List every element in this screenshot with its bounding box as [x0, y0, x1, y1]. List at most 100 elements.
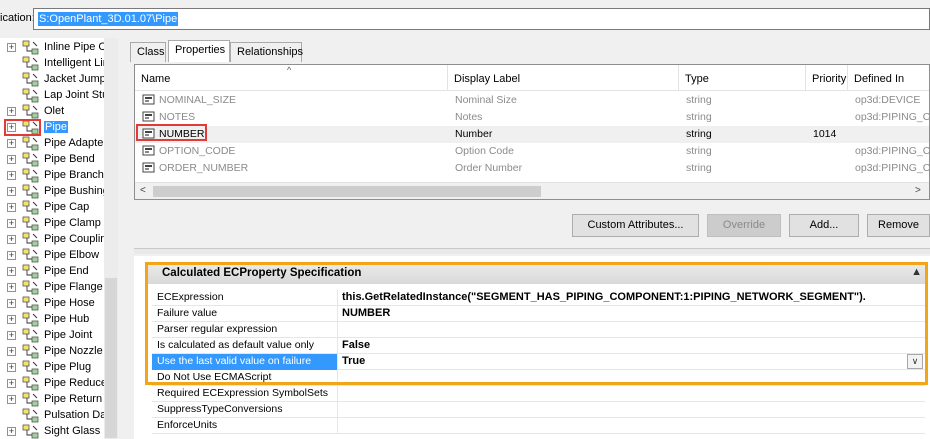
tree-item[interactable]: + Pipe Flange	[0, 280, 117, 296]
expand-icon[interactable]: +	[7, 267, 16, 276]
expand-icon[interactable]: +	[7, 395, 16, 404]
expand-icon[interactable]: +	[7, 283, 16, 292]
tree-item[interactable]: + Pipe Bend	[0, 152, 117, 168]
panel-splitter[interactable]	[134, 248, 930, 254]
tree-item-label: Pipe Elbow	[44, 249, 100, 261]
table-cell-type: string	[686, 128, 712, 140]
properties-grid: Name Display Label Type Priority Defined…	[134, 64, 930, 200]
table-row[interactable]: ORDER_NUMBER Order Number string op3d:PIPIN…	[135, 160, 929, 177]
expand-icon[interactable]: +	[7, 235, 16, 244]
table-cell-name: OPTION_CODE	[159, 145, 236, 157]
grid-horizontal-scrollbar[interactable]: < >	[135, 182, 929, 199]
tree-item[interactable]: + Pipe Cap	[0, 200, 117, 216]
expand-icon[interactable]: +	[7, 299, 16, 308]
tree-item-label: Pipe Bushing	[44, 185, 109, 197]
tree-item[interactable]: + Pipe Clamp	[0, 216, 117, 232]
property-row[interactable]: SuppressTypeConversions	[152, 402, 925, 418]
column-header-priority[interactable]: Priority	[806, 65, 848, 91]
class-icon	[22, 136, 39, 151]
tree-item[interactable]: + Pipe Plug	[0, 360, 117, 376]
tree-item-label: Pipe Reduce	[44, 377, 107, 389]
expand-icon[interactable]: +	[7, 107, 16, 116]
remove-button[interactable]: Remove	[867, 214, 930, 237]
custom-attributes-button[interactable]: Custom Attributes...	[572, 214, 699, 237]
tree-item-label: Pipe Flange	[44, 281, 103, 293]
class-icon	[22, 344, 39, 359]
scroll-left-icon[interactable]: <	[140, 185, 146, 196]
tree-item[interactable]: + Pipe Branch	[0, 168, 117, 184]
tree-item[interactable]: + Pipe Adapte	[0, 136, 117, 152]
tree-scroll-thumb[interactable]	[105, 278, 117, 438]
expand-icon[interactable]: +	[7, 43, 16, 52]
tree-item-label: Lap Joint Stu	[44, 89, 109, 101]
table-cell-display: Notes	[455, 111, 483, 123]
column-header-display-label[interactable]: Display Label	[448, 65, 679, 91]
expand-icon[interactable]: +	[7, 347, 16, 356]
tree-item[interactable]: + Pipe Reduce	[0, 376, 117, 392]
override-button[interactable]: Override	[707, 214, 781, 237]
tree-item-label: Pipe Nozzle	[44, 345, 103, 357]
property-row[interactable]: Required ECExpression SymbolSets	[152, 386, 925, 402]
panel-highlight-box	[145, 262, 928, 385]
tab-class[interactable]: Class	[130, 42, 166, 62]
tree-item[interactable]: + Pipe Hub	[0, 312, 117, 328]
expand-icon[interactable]: +	[7, 203, 16, 212]
location-value: S:OpenPlant_3D.01.07\Pipe	[38, 12, 179, 26]
expand-icon[interactable]: +	[7, 315, 16, 324]
tree-item[interactable]: + Olet	[0, 104, 117, 120]
expand-icon[interactable]: +	[7, 363, 16, 372]
tree-item[interactable]: + Pipe End	[0, 264, 117, 280]
tree-item[interactable]: + Pipe Joint	[0, 328, 117, 344]
tree-item[interactable]: + Pipe Couplin	[0, 232, 117, 248]
tree-item[interactable]: + Sight Glass	[0, 424, 117, 439]
tree-item[interactable]: + Pipe Hose	[0, 296, 117, 312]
tree-item[interactable]: Jacket Jump	[0, 72, 117, 88]
property-icon	[142, 145, 155, 156]
expand-icon[interactable]: +	[7, 427, 16, 436]
expand-icon[interactable]: +	[7, 187, 16, 196]
number-highlight-box	[136, 124, 207, 141]
expand-icon[interactable]: +	[7, 331, 16, 340]
tree-item[interactable]: + Pipe Return	[0, 392, 117, 408]
tree-item[interactable]: Pulsation Da	[0, 408, 117, 424]
tree-item-label: Olet	[44, 105, 65, 117]
table-row[interactable]: NOTES Notes string op3d:PIPING_C	[135, 109, 929, 126]
expand-icon[interactable]: +	[7, 171, 16, 180]
expand-icon[interactable]: +	[7, 139, 16, 148]
property-icon	[142, 111, 155, 122]
tree-item[interactable]: + Pipe Bushing	[0, 184, 117, 200]
grid-scroll-thumb[interactable]	[153, 186, 541, 197]
table-row[interactable]: OPTION_CODE Option Code string op3d:PIPING_…	[135, 143, 929, 160]
column-header-type[interactable]: Type	[679, 65, 806, 91]
tree-item[interactable]: + Inline Pipe C	[0, 40, 117, 56]
tree-item[interactable]: Intelligent Lir	[0, 56, 117, 72]
tab-properties[interactable]: Properties	[168, 40, 230, 62]
property-row[interactable]: EnforceUnits	[152, 418, 925, 434]
column-header-defined-in[interactable]: Defined In	[848, 65, 929, 91]
expand-icon[interactable]: +	[7, 251, 16, 260]
table-cell-priority: 1014	[813, 128, 837, 140]
expand-icon[interactable]: +	[7, 379, 16, 388]
table-row[interactable]: NUMBER Number string 1014	[135, 126, 929, 143]
tree-scrollbar[interactable]	[104, 38, 118, 439]
tree-item-label: Pipe Couplin	[44, 233, 107, 245]
tree-item[interactable]: Lap Joint Stu	[0, 88, 117, 104]
table-row[interactable]: NOMINAL_SIZE Nominal Size string op3d:DEVIC…	[135, 92, 929, 109]
property-name: EnforceUnits	[152, 418, 338, 434]
tree-item-label: Pipe End	[44, 265, 89, 277]
location-input[interactable]: S:OpenPlant_3D.01.07\Pipe	[33, 8, 930, 30]
class-icon	[22, 184, 39, 199]
expand-icon[interactable]: +	[7, 219, 16, 228]
tree-item[interactable]: + Pipe Nozzle	[0, 344, 117, 360]
class-icon	[22, 264, 39, 279]
grid-header: Name Display Label Type Priority Defined…	[135, 65, 929, 91]
tab-relationships[interactable]: Relationships	[230, 42, 303, 62]
class-icon	[22, 168, 39, 183]
table-cell-display: Option Code	[455, 145, 514, 157]
scroll-right-icon[interactable]: >	[915, 185, 921, 196]
class-icon	[22, 312, 39, 327]
column-header-name[interactable]: Name	[135, 65, 448, 91]
tree-item[interactable]: + Pipe Elbow	[0, 248, 117, 264]
expand-icon[interactable]: +	[7, 155, 16, 164]
add-button[interactable]: Add...	[789, 214, 859, 237]
